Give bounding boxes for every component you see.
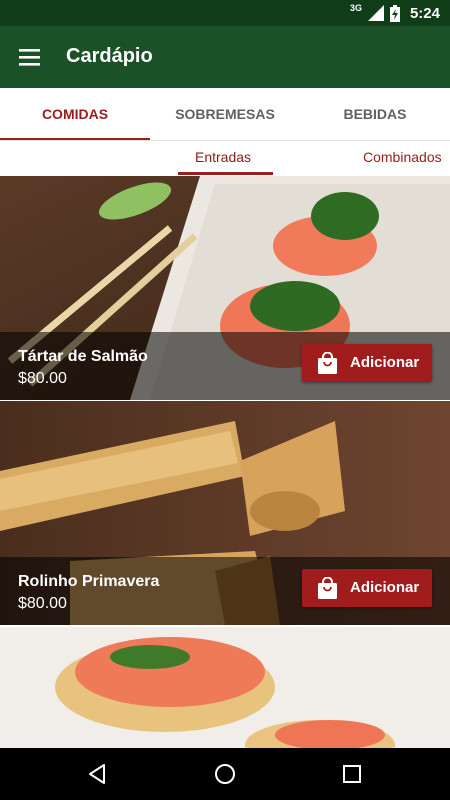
home-circle-icon[interactable] — [213, 762, 237, 786]
subcategory-tabs: Entradas Combinados — [0, 141, 450, 175]
system-nav-bar — [0, 748, 450, 800]
shopping-bag-icon — [318, 577, 337, 599]
menu-item-card[interactable]: Rolinho Primavera $80.00 Adicionar — [0, 401, 450, 625]
tab-indicator — [0, 138, 150, 140]
battery-icon — [389, 4, 400, 22]
menu-item-card[interactable] — [0, 627, 450, 748]
shopping-bag-icon — [318, 352, 337, 374]
item-price: $80.00 — [18, 595, 67, 612]
tab-sobremesas[interactable]: SOBREMESAS — [150, 88, 300, 140]
item-name: Rolinho Primavera — [18, 573, 160, 590]
signal-icon — [367, 5, 384, 21]
subtab-combinados[interactable]: Combinados — [363, 149, 442, 165]
network-3g-icon: 3G — [349, 3, 362, 13]
page-title: Cardápio — [66, 45, 153, 67]
add-button-label: Adicionar — [350, 579, 420, 596]
status-bar: 3G 5:24 — [0, 0, 450, 26]
salmon-tostada-photo — [0, 627, 450, 748]
category-tabs: COMIDAS SOBREMESAS BEBIDAS — [0, 88, 450, 141]
item-price: $80.00 — [18, 370, 67, 387]
back-triangle-icon[interactable] — [86, 762, 110, 786]
add-button-label: Adicionar — [350, 354, 420, 371]
status-time: 5:24 — [409, 4, 440, 22]
tab-comidas[interactable]: COMIDAS — [0, 88, 150, 140]
tab-bebidas[interactable]: BEBIDAS — [300, 88, 450, 140]
app-bar: Cardápio — [0, 26, 450, 88]
add-to-cart-button[interactable]: Adicionar — [302, 344, 432, 382]
hamburger-menu-icon — [19, 49, 40, 66]
recents-square-icon[interactable] — [340, 762, 364, 786]
menu-item-card[interactable]: Tártar de Salmão $80.00 Adicionar — [0, 176, 450, 400]
menu-button[interactable] — [14, 40, 48, 74]
subtab-entradas[interactable]: Entradas — [195, 149, 251, 165]
item-name: Tártar de Salmão — [18, 348, 148, 365]
status-icons: 3G 5:24 — [350, 3, 440, 23]
add-to-cart-button[interactable]: Adicionar — [302, 569, 432, 607]
subtab-indicator — [178, 172, 273, 175]
